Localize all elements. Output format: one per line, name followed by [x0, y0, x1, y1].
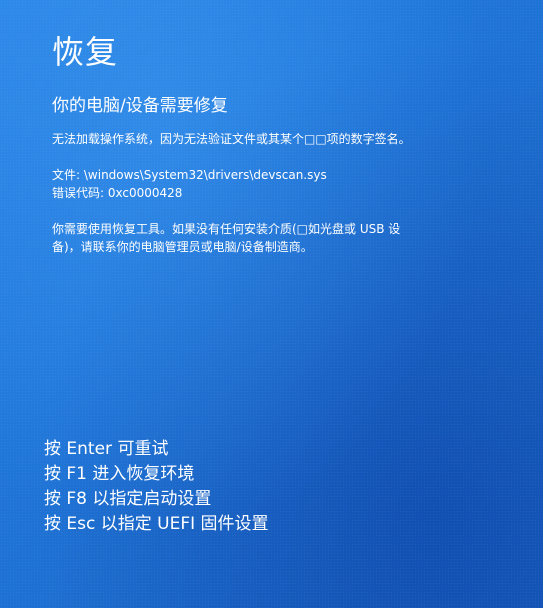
- error-info: 文件: \windows\System32\drivers\devscan.sy…: [52, 166, 522, 202]
- error-code-label: 错误代码:: [52, 186, 105, 200]
- file-row: 文件: \windows\System32\drivers\devscan.sy…: [52, 166, 522, 184]
- key-name: F1: [66, 464, 88, 484]
- file-label: 文件:: [52, 168, 81, 182]
- key-options: 按 Enter 可重试 按 F1 进入恢复环境 按 F8 以指定启动设置 按 E…: [44, 437, 269, 537]
- key-option-f8[interactable]: 按 F8 以指定启动设置: [44, 487, 269, 512]
- page-title: 恢复: [52, 33, 119, 71]
- key-option-f1[interactable]: 按 F1 进入恢复环境: [44, 462, 269, 487]
- error-subtitle: 你的电脑/设备需要修复: [52, 96, 228, 116]
- key-prefix: 按: [44, 514, 61, 534]
- key-prefix: 按: [44, 439, 61, 459]
- help-text: 你需要使用恢复工具。如果没有任何安装介质(□如光盘或 USB 设备)，请联系你的…: [52, 222, 401, 254]
- key-action: 以指定启动设置: [92, 489, 212, 509]
- key-name: Esc: [66, 514, 96, 534]
- key-action: 进入恢复环境: [92, 464, 195, 484]
- key-option-enter[interactable]: 按 Enter 可重试: [44, 437, 269, 462]
- key-option-esc[interactable]: 按 Esc 以指定 UEFI 固件设置: [44, 512, 269, 537]
- key-prefix: 按: [44, 464, 61, 484]
- recovery-content: 恢复 你的电脑/设备需要修复 无法加载操作系统，因为无法验证文件或其某个□□项的…: [52, 30, 522, 256]
- key-name: F8: [66, 489, 88, 509]
- key-action: 以指定 UEFI 固件设置: [100, 514, 269, 534]
- file-path: \windows\System32\drivers\devscan.sys: [83, 168, 327, 182]
- error-code: 0xc0000428: [107, 186, 183, 200]
- key-name: Enter: [66, 439, 113, 459]
- key-prefix: 按: [44, 489, 61, 509]
- error-code-row: 错误代码: 0xc0000428: [52, 184, 522, 202]
- key-action: 可重试: [117, 439, 169, 459]
- error-reason: 无法加载操作系统，因为无法验证文件或其某个□□项的数字签名。: [52, 132, 411, 146]
